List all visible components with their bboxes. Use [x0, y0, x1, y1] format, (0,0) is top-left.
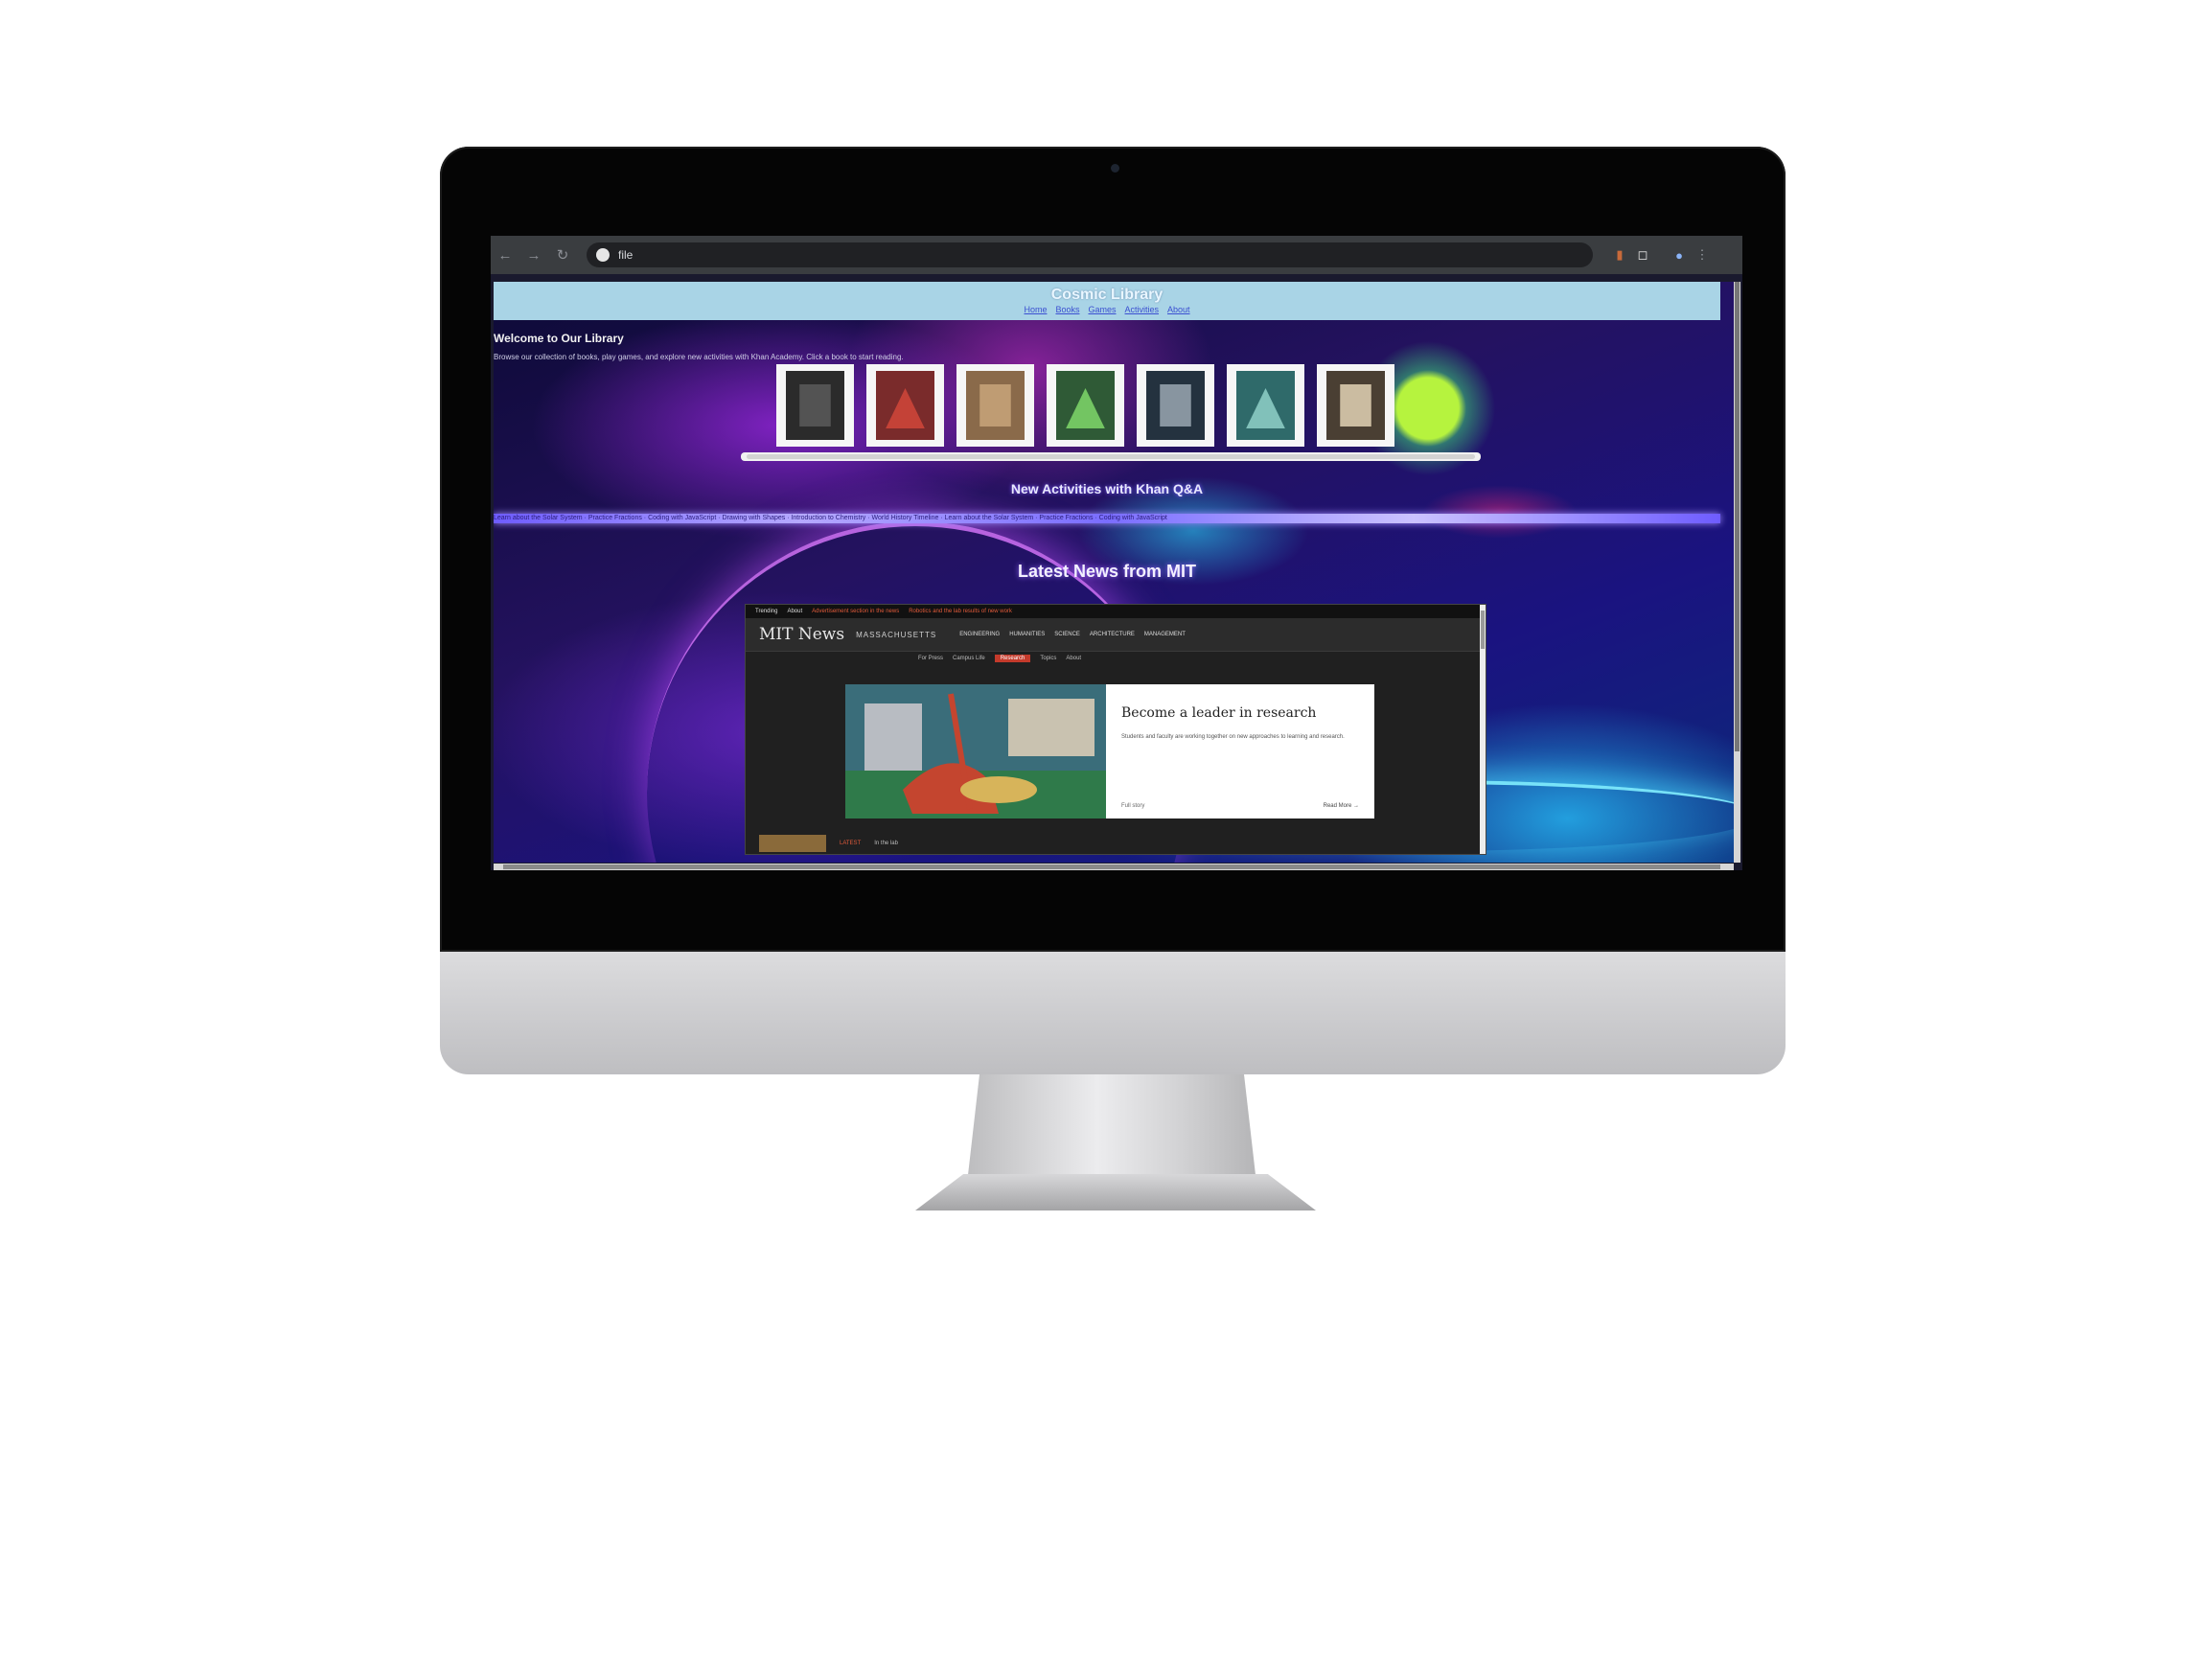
- book-row: [776, 364, 1394, 447]
- news-subnav: For Press Campus Life Research Topics Ab…: [746, 652, 1486, 665]
- news-nav: ENGINEERING HUMANITIES SCIENCE ARCHITECT…: [959, 632, 1186, 637]
- nav-link-home[interactable]: Home: [1024, 305, 1047, 314]
- book-card[interactable]: [1317, 364, 1394, 447]
- news-feature-desc: Students and faculty are working togethe…: [1121, 734, 1345, 740]
- news-bottom-text[interactable]: In the lab: [874, 841, 898, 846]
- screen: ← → ↻ file ▮ ◻ ● ⋮ Cosmic Library Home B…: [491, 236, 1742, 870]
- news-strip-headline-2[interactable]: Robotics and the lab results of new work: [909, 609, 1012, 614]
- news-logo-sub: MASSACHUSETTS: [856, 630, 937, 639]
- menu-icon[interactable]: ⋮: [1691, 236, 1714, 274]
- news-nav-item[interactable]: SCIENCE: [1054, 632, 1080, 637]
- browser-toolbar: ← → ↻ file ▮ ◻ ● ⋮: [491, 236, 1742, 274]
- news-feature-body: Become a leader in research Students and…: [1106, 684, 1374, 818]
- nav-link-about[interactable]: About: [1167, 305, 1190, 314]
- nav-link-activities[interactable]: Activities: [1125, 305, 1160, 314]
- news-nav-item[interactable]: HUMANITIES: [1009, 632, 1045, 637]
- site-header: Cosmic Library Home Books Games Activiti…: [494, 282, 1720, 320]
- news-subnav-item-active[interactable]: Research: [994, 655, 1031, 662]
- news-header: MIT News MASSACHUSETTS ENGINEERING HUMAN…: [746, 618, 1486, 652]
- news-strip-headline-1[interactable]: Advertisement section in the news: [812, 609, 899, 614]
- news-subnav-item[interactable]: For Press: [918, 656, 943, 661]
- news-embed-frame[interactable]: Trending About Advertisement section in …: [745, 604, 1486, 855]
- news-heading: Latest News from MIT: [1017, 562, 1197, 581]
- page-viewport: Cosmic Library Home Books Games Activiti…: [494, 282, 1734, 863]
- news-subnav-item[interactable]: Topics: [1040, 656, 1056, 661]
- frame-scrollbar[interactable]: [1480, 605, 1486, 854]
- monitor-stand-foot: [915, 1174, 1316, 1210]
- downloads-icon[interactable]: ◻: [1631, 236, 1654, 274]
- back-icon[interactable]: ←: [491, 236, 519, 274]
- news-feature-title[interactable]: Become a leader in research: [1121, 705, 1359, 721]
- book-card[interactable]: [866, 364, 944, 447]
- carousel-scroll-thumb[interactable]: [747, 454, 1475, 459]
- book-card[interactable]: [1227, 364, 1304, 447]
- news-nav-item[interactable]: ARCHITECTURE: [1090, 632, 1135, 637]
- page-scroll-thumb[interactable]: [1735, 282, 1740, 751]
- book-cover-image[interactable]: [1146, 371, 1205, 440]
- book-card[interactable]: [776, 364, 854, 447]
- book-cover-image[interactable]: [876, 371, 934, 440]
- profile-icon[interactable]: ●: [1668, 236, 1691, 274]
- site-nav: Home Books Games Activities About: [494, 305, 1720, 314]
- site-info-icon[interactable]: [596, 248, 610, 262]
- news-logo[interactable]: MIT News: [759, 625, 844, 644]
- news-feature-image[interactable]: [845, 684, 1106, 818]
- book-card[interactable]: [956, 364, 1034, 447]
- news-subnav-item[interactable]: Campus Life: [953, 656, 985, 661]
- carousel-scrollbar[interactable]: [741, 452, 1481, 461]
- ticker-text: Learn about the Solar System · Practice …: [494, 515, 1167, 521]
- monitor-chin: [440, 952, 1786, 1074]
- news-strip-trending[interactable]: Trending: [755, 609, 777, 614]
- news-subnav-item[interactable]: About: [1066, 656, 1081, 661]
- page-vertical-scrollbar[interactable]: [1734, 282, 1740, 863]
- news-nav-item[interactable]: MANAGEMENT: [1144, 632, 1186, 637]
- news-nav-item[interactable]: ENGINEERING: [959, 632, 1000, 637]
- address-bar[interactable]: file: [587, 242, 1593, 267]
- activities-heading: New Activities with Khan Q&A: [1010, 481, 1204, 496]
- book-card[interactable]: [1047, 364, 1124, 447]
- book-carousel: [741, 364, 1481, 462]
- news-feature-card[interactable]: Become a leader in research Students and…: [845, 684, 1374, 818]
- welcome-text: Browse our collection of books, play gam…: [494, 353, 904, 361]
- camera-icon: [1111, 164, 1119, 173]
- news-read-more-link[interactable]: Read More →: [1324, 803, 1359, 809]
- news-bottom-row: LATEST In the lab: [759, 835, 898, 852]
- book-cover-image[interactable]: [1236, 371, 1295, 440]
- reload-icon[interactable]: ↻: [548, 236, 577, 274]
- book-cover-image[interactable]: [1326, 371, 1385, 440]
- frame-scroll-thumb[interactable]: [1481, 611, 1485, 649]
- page-h-scroll-thumb[interactable]: [503, 865, 1720, 869]
- monitor-stand-neck: [968, 1074, 1256, 1175]
- book-cover-image[interactable]: [786, 371, 844, 440]
- nav-link-games[interactable]: Games: [1088, 305, 1116, 314]
- url-text: file: [618, 248, 634, 262]
- forward-icon[interactable]: →: [519, 236, 548, 274]
- book-cover-image[interactable]: [1056, 371, 1115, 440]
- news-strip-about[interactable]: About: [787, 609, 802, 614]
- welcome-heading: Welcome to Our Library: [494, 332, 624, 345]
- page-horizontal-scrollbar[interactable]: [494, 864, 1734, 870]
- news-bottom-thumbnail[interactable]: [759, 835, 826, 852]
- activity-ticker[interactable]: Learn about the Solar System · Practice …: [494, 514, 1720, 523]
- site-title: Cosmic Library: [1050, 287, 1164, 303]
- news-feature-meta[interactable]: Full story: [1121, 803, 1144, 809]
- news-top-strip: Trending About Advertisement section in …: [746, 605, 1486, 618]
- news-bottom-tag: LATEST: [840, 841, 862, 846]
- book-cover-image[interactable]: [966, 371, 1025, 440]
- book-card[interactable]: [1137, 364, 1214, 447]
- nav-link-books[interactable]: Books: [1055, 305, 1079, 314]
- extension-icon[interactable]: ▮: [1608, 236, 1631, 274]
